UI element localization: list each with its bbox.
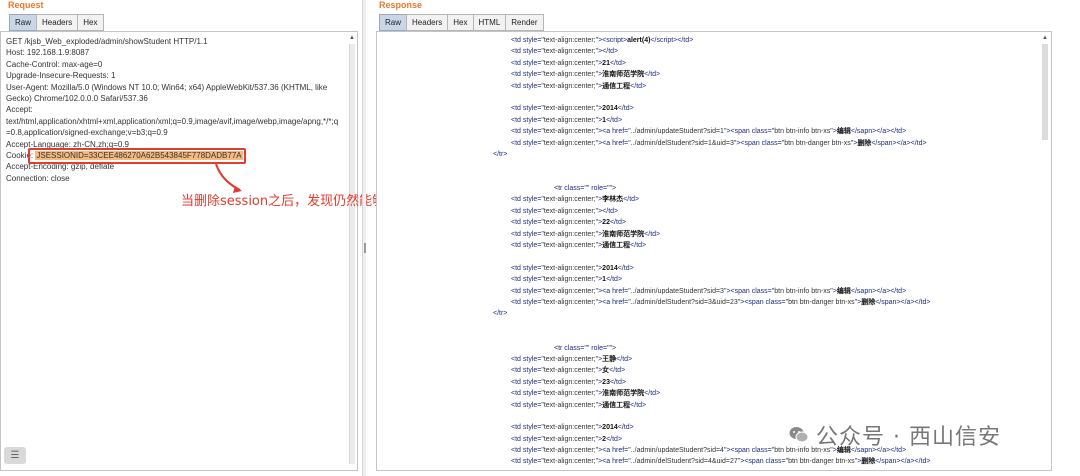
request-editor[interactable]: GET /kjsb_Web_exploded/admin/showStudent…: [0, 31, 358, 471]
response-line: <td style="text-align:center;"><a href="…: [511, 298, 931, 306]
request-line: Connection: close: [6, 173, 70, 183]
response-line: <td style="text-align:center;"><a href="…: [511, 287, 907, 295]
response-line: <td style="text-align:center;">2014</td>: [511, 264, 634, 272]
watermark: 公众号 · 西山信安: [788, 419, 1001, 451]
response-line: <td style="text-align:center;">2014</td>: [511, 105, 634, 113]
response-tab-headers[interactable]: Headers: [406, 14, 448, 31]
response-line-blank: [377, 172, 1017, 183]
request-tab-headers[interactable]: Headers: [36, 14, 78, 31]
request-line: text/html,application/xhtml+xml,applicat…: [6, 116, 339, 126]
response-line: <td style="text-align:center;">通信工程</td>: [511, 242, 647, 250]
scroll-up-arrow-icon[interactable]: ▲: [349, 35, 355, 41]
response-line-blank: [377, 92, 1017, 103]
request-scrollbar[interactable]: ▲: [348, 35, 356, 467]
response-line: </tr>: [493, 310, 508, 318]
request-scroll-thumb[interactable]: [349, 44, 355, 464]
response-line: </tr>: [377, 468, 1017, 471]
response-line-blank: [377, 320, 1017, 331]
watermark-text: 公众号 · 西山信安: [816, 425, 1001, 450]
response-line: <td style="text-align:center;">1</td>: [511, 116, 623, 124]
request-tab-raw[interactable]: Raw: [9, 14, 37, 31]
response-scrollbar[interactable]: ▲: [1040, 35, 1050, 467]
response-line: <tr class="" role="">: [554, 185, 617, 193]
request-tabs: Raw Headers Hex: [9, 14, 104, 31]
response-line: <td style="text-align:center;">1</td>: [511, 276, 623, 284]
request-line: User-Agent: Mozilla/5.0 (Windows NT 10.0…: [6, 82, 328, 92]
response-line: <td style="text-align:center;">李林杰</td>: [511, 196, 640, 204]
scroll-up-arrow-icon[interactable]: ▲: [1042, 35, 1048, 41]
response-line: <td style="text-align:center;"><a href="…: [511, 458, 931, 466]
response-line: <td style="text-align:center;">23</td>: [511, 378, 626, 386]
response-scroll-thumb[interactable]: [1042, 44, 1048, 140]
response-raw-text[interactable]: <td style="text-align:center;"><script>a…: [377, 35, 1017, 471]
request-line: Host: 192.168.1.9:8087: [6, 48, 90, 58]
response-line: <td style="text-align:center;">王静</td>: [511, 355, 633, 363]
response-line: <td style="text-align:center;">淮南师范学院</t…: [511, 71, 661, 79]
response-line: <td style="text-align:center;">21</td>: [511, 59, 626, 67]
response-tabs: Raw Headers Hex HTML Render: [379, 14, 544, 31]
pane-splitter[interactable]: [362, 0, 366, 476]
response-line: <td style="text-align:center;">通信工程</td>: [511, 401, 647, 409]
request-title: Request: [8, 0, 44, 10]
response-tab-render[interactable]: Render: [505, 14, 544, 31]
response-line: <tr class="" role="">: [554, 344, 617, 352]
menu-icon[interactable]: ☰: [4, 447, 26, 464]
request-line: Cache-Control: max-age=0: [6, 59, 103, 69]
response-tab-raw[interactable]: Raw: [379, 14, 407, 31]
request-line: Gecko) Chrome/102.0.0.0 Safari/537.36: [6, 93, 148, 103]
response-line: <td style="text-align:center;">淮南师范学院</t…: [511, 390, 661, 398]
response-line: <td style="text-align:center;"><a href="…: [511, 139, 927, 147]
response-line: <td style="text-align:center;"><a href="…: [511, 128, 907, 136]
response-viewer[interactable]: <td style="text-align:center;"><script>a…: [376, 31, 1052, 471]
response-line-blank: [377, 251, 1017, 262]
response-line: <td style="text-align:center;"></td>: [511, 48, 619, 56]
response-line: <td style="text-align:center;"></td>: [511, 207, 619, 215]
wechat-logo-icon: [789, 427, 809, 443]
splitter-grip-icon[interactable]: [364, 243, 366, 253]
response-line-blank: [377, 160, 1017, 171]
request-tab-hex[interactable]: Hex: [77, 14, 104, 31]
response-line: </tr>: [493, 150, 508, 158]
request-line: GET /kjsb_Web_exploded/admin/showStudent…: [6, 37, 208, 46]
response-line: <td style="text-align:center;"><script>a…: [511, 37, 694, 44]
response-line-blank: [377, 331, 1017, 342]
request-line: =0.8,application/signed-exchange;v=b3;q=…: [6, 128, 168, 138]
response-line: <td style="text-align:center;">通信工程</td>: [511, 82, 647, 90]
response-tab-html[interactable]: HTML: [472, 14, 506, 31]
response-line: <td style="text-align:center;">女</td>: [511, 367, 626, 375]
response-line: <td style="text-align:center;">淮南师范学院</t…: [511, 230, 661, 238]
request-line: Upgrade-Insecure-Requests: 1: [6, 71, 116, 81]
response-line: <td style="text-align:center;">22</td>: [511, 219, 626, 227]
response-title: Response: [379, 0, 423, 10]
response-tab-hex[interactable]: Hex: [447, 14, 473, 31]
request-line: Accept:: [6, 105, 33, 115]
